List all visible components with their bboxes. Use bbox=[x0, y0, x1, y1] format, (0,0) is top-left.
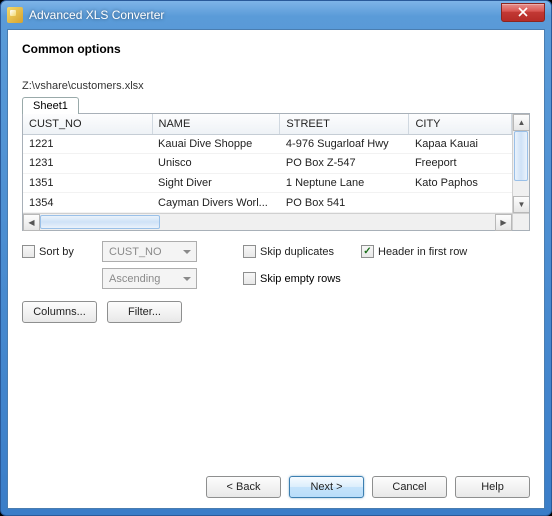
back-button[interactable]: < Back bbox=[206, 476, 281, 498]
skip-duplicates-label: Skip duplicates bbox=[260, 246, 334, 258]
cell-city: Kato Paphos bbox=[409, 173, 512, 193]
cell-street: PO Box 541 bbox=[280, 193, 409, 213]
sort-order-select: Ascending bbox=[102, 268, 197, 289]
skip-duplicates-checkbox[interactable]: Skip duplicates bbox=[243, 245, 353, 258]
header-first-row-checkbox[interactable]: Header in first row bbox=[361, 245, 467, 258]
scroll-down-arrow[interactable]: ▼ bbox=[513, 196, 529, 213]
tab-sheet1[interactable]: Sheet1 bbox=[22, 97, 79, 114]
cell-custno: 1351 bbox=[23, 173, 152, 193]
cell-custno: 1231 bbox=[23, 154, 152, 174]
window-title: Advanced XLS Converter bbox=[29, 8, 501, 22]
cell-custno: 1221 bbox=[23, 134, 152, 154]
checkbox-icon bbox=[243, 245, 256, 258]
cell-city: Freeport bbox=[409, 154, 512, 174]
app-window: Advanced XLS Converter Common options Z:… bbox=[0, 0, 552, 516]
checkbox-icon bbox=[361, 245, 374, 258]
title-bar[interactable]: Advanced XLS Converter bbox=[1, 1, 551, 29]
checkbox-icon bbox=[243, 272, 256, 285]
cell-street: 1 Neptune Lane bbox=[280, 173, 409, 193]
col-header-custno[interactable]: CUST_NO bbox=[23, 114, 152, 134]
skip-empty-rows-label: Skip empty rows bbox=[260, 273, 341, 285]
table-row[interactable]: 1231 Unisco PO Box Z-547 Freeport bbox=[23, 154, 512, 174]
close-icon bbox=[518, 7, 528, 17]
vertical-scrollbar[interactable]: ▲ ▼ bbox=[512, 114, 529, 213]
data-grid: CUST_NO NAME STREET CITY 1221 Kauai Dive… bbox=[22, 113, 530, 231]
cell-custno: 1354 bbox=[23, 193, 152, 213]
cell-name: Cayman Divers Worl... bbox=[152, 193, 280, 213]
cell-street: 4-976 Sugarloaf Hwy bbox=[280, 134, 409, 154]
sheet-tabstrip: Sheet1 bbox=[22, 96, 530, 113]
cell-name: Kauai Dive Shoppe bbox=[152, 134, 280, 154]
col-header-street[interactable]: STREET bbox=[280, 114, 409, 134]
help-button[interactable]: Help bbox=[455, 476, 530, 498]
scroll-right-arrow[interactable]: ▶ bbox=[495, 214, 512, 231]
vscroll-thumb[interactable] bbox=[514, 131, 528, 181]
horizontal-scrollbar[interactable]: ◀ ▶ bbox=[23, 213, 529, 230]
grid-table: CUST_NO NAME STREET CITY 1221 Kauai Dive… bbox=[23, 114, 512, 213]
columns-button[interactable]: Columns... bbox=[22, 301, 97, 323]
client-area: Common options Z:\vshare\customers.xlsx … bbox=[7, 29, 545, 509]
cell-street: PO Box Z-547 bbox=[280, 154, 409, 174]
col-header-name[interactable]: NAME bbox=[152, 114, 280, 134]
sort-by-checkbox[interactable]: Sort by bbox=[22, 245, 94, 258]
skip-empty-rows-checkbox[interactable]: Skip empty rows bbox=[243, 272, 341, 285]
table-row[interactable]: 1221 Kauai Dive Shoppe 4-976 Sugarloaf H… bbox=[23, 134, 512, 154]
close-button[interactable] bbox=[501, 3, 545, 22]
app-icon bbox=[7, 7, 23, 23]
sort-by-label: Sort by bbox=[39, 246, 74, 258]
sort-order-value: Ascending bbox=[109, 273, 160, 285]
cell-name: Unisco bbox=[152, 154, 280, 174]
cell-city: Kapaa Kauai bbox=[409, 134, 512, 154]
cell-city bbox=[409, 193, 512, 213]
sort-field-select: CUST_NO bbox=[102, 241, 197, 262]
scroll-up-arrow[interactable]: ▲ bbox=[513, 114, 529, 131]
next-button[interactable]: Next > bbox=[289, 476, 364, 498]
wizard-footer: < Back Next > Cancel Help bbox=[22, 460, 530, 498]
filter-button[interactable]: Filter... bbox=[107, 301, 182, 323]
file-path: Z:\vshare\customers.xlsx bbox=[22, 80, 530, 92]
vscroll-track[interactable] bbox=[513, 131, 529, 196]
hscroll-track[interactable] bbox=[40, 214, 495, 230]
header-first-row-label: Header in first row bbox=[378, 246, 467, 258]
scroll-corner bbox=[512, 214, 529, 230]
grid-header-row: CUST_NO NAME STREET CITY bbox=[23, 114, 512, 134]
table-row[interactable]: 1354 Cayman Divers Worl... PO Box 541 bbox=[23, 193, 512, 213]
table-row[interactable]: 1351 Sight Diver 1 Neptune Lane Kato Pap… bbox=[23, 173, 512, 193]
col-header-city[interactable]: CITY bbox=[409, 114, 512, 134]
page-heading: Common options bbox=[22, 42, 530, 56]
hscroll-thumb[interactable] bbox=[40, 215, 160, 229]
sort-field-value: CUST_NO bbox=[109, 246, 162, 258]
scroll-left-arrow[interactable]: ◀ bbox=[23, 214, 40, 231]
cancel-button[interactable]: Cancel bbox=[372, 476, 447, 498]
cell-name: Sight Diver bbox=[152, 173, 280, 193]
checkbox-icon bbox=[22, 245, 35, 258]
